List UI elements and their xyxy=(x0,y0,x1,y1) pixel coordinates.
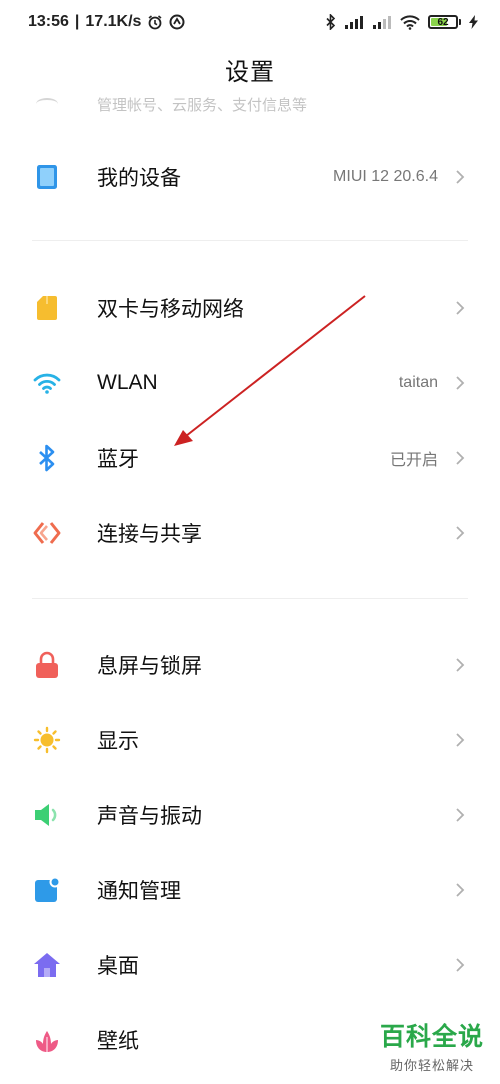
chevron-right-icon xyxy=(456,169,465,184)
watermark-title: 百科全说 xyxy=(379,1023,484,1051)
signal-2-icon xyxy=(372,15,392,29)
chevron-right-icon xyxy=(456,957,465,972)
section-divider xyxy=(32,598,468,599)
chevron-right-icon xyxy=(456,300,465,315)
settings-item-label: 我的设备 xyxy=(97,166,181,190)
chevron-right-icon xyxy=(456,657,465,672)
wifi-icon xyxy=(33,369,61,397)
settings-item-label: 壁纸 xyxy=(97,1029,139,1053)
chevron-right-icon xyxy=(456,525,465,540)
section-divider xyxy=(32,240,468,241)
settings-item-label: 通知管理 xyxy=(97,879,181,903)
settings-item-wlan[interactable]: WLAN taitan xyxy=(0,345,500,420)
notification-icon xyxy=(33,876,61,904)
settings-item-label: 蓝牙 xyxy=(97,447,139,471)
home-icon xyxy=(33,951,61,979)
speaker-icon xyxy=(33,801,61,829)
account-row-partial[interactable]: 管理帐号、云服务、支付信息等 xyxy=(0,94,500,120)
settings-item-label: 息屏与锁屏 xyxy=(97,654,202,678)
settings-item-label: WLAN xyxy=(97,370,158,394)
signal-1-icon xyxy=(344,15,364,29)
status-left: 13:56 | 17.1K/s xyxy=(28,13,185,31)
charging-icon xyxy=(469,15,478,29)
status-right: 62 xyxy=(326,14,478,30)
settings-item-display[interactable]: 显示 xyxy=(0,702,500,777)
app-notification-icon xyxy=(169,14,185,30)
settings-item-notifications[interactable]: 通知管理 xyxy=(0,852,500,927)
chevron-right-icon xyxy=(456,450,465,465)
device-icon xyxy=(33,163,61,191)
settings-item-value: taitan xyxy=(398,373,438,391)
account-icon xyxy=(36,98,58,110)
settings-item-lock-screen[interactable]: 息屏与锁屏 xyxy=(0,627,500,702)
chevron-right-icon xyxy=(456,732,465,747)
settings-item-my-device[interactable]: 我的设备 MIUI 12 20.6.4 xyxy=(0,139,500,214)
settings-item-label: 声音与振动 xyxy=(97,804,202,828)
battery-icon: 62 xyxy=(428,15,461,29)
status-time: 13:56 xyxy=(28,13,69,30)
sim-card-icon xyxy=(33,294,61,322)
chevron-right-icon xyxy=(456,807,465,822)
settings-item-label: 双卡与移动网络 xyxy=(97,297,244,321)
settings-item-bluetooth[interactable]: 蓝牙 已开启 xyxy=(0,420,500,495)
settings-item-label: 连接与共享 xyxy=(97,522,202,546)
alarm-icon xyxy=(147,14,163,30)
watermark-subtitle: 助你轻松解决 xyxy=(389,1058,474,1073)
watermark: 百科全说 助你轻松解决 xyxy=(380,1017,484,1074)
sun-icon xyxy=(33,726,61,754)
page-title: 设置 xyxy=(225,59,275,86)
bluetooth-icon xyxy=(33,444,61,472)
connection-share-icon xyxy=(33,519,61,547)
account-row-subtext: 管理帐号、云服务、支付信息等 xyxy=(97,97,308,114)
lock-icon xyxy=(33,651,61,679)
status-net-speed: 17.1K/s xyxy=(85,13,142,30)
settings-item-label: 显示 xyxy=(97,729,139,753)
settings-item-home-screen[interactable]: 桌面 xyxy=(0,927,500,1002)
settings-item-label: 桌面 xyxy=(97,954,139,978)
battery-level: 62 xyxy=(437,16,449,28)
wallpaper-flower-icon xyxy=(33,1026,61,1054)
chevron-right-icon xyxy=(456,882,465,897)
settings-item-dual-sim[interactable]: 双卡与移动网络 xyxy=(0,270,500,345)
chevron-right-icon xyxy=(456,375,465,390)
wifi-status-icon xyxy=(400,14,420,30)
settings-item-value: MIUI 12 20.6.4 xyxy=(333,167,438,185)
settings-item-value: 已开启 xyxy=(389,451,438,469)
settings-item-connection-share[interactable]: 连接与共享 xyxy=(0,495,500,570)
bluetooth-status-icon xyxy=(326,14,336,30)
settings-item-sound-vibration[interactable]: 声音与振动 xyxy=(0,777,500,852)
status-bar: 13:56 | 17.1K/s 62 xyxy=(0,0,500,44)
status-separator: | xyxy=(74,13,80,30)
